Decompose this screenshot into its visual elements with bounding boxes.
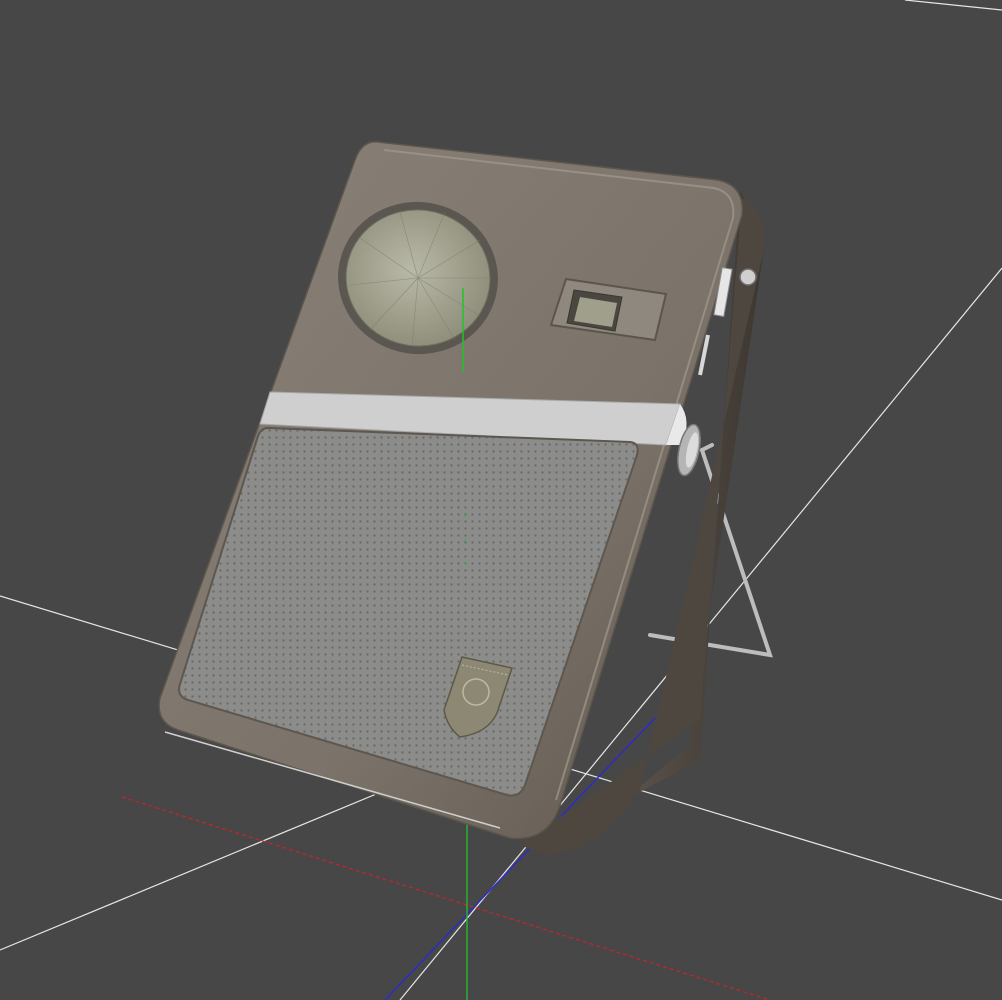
x-axis <box>121 796 771 1000</box>
earphone-jack[interactable] <box>739 268 757 286</box>
grid-line <box>0 779 411 951</box>
viewport-canvas[interactable] <box>0 0 1002 1000</box>
3d-viewport[interactable] <box>0 0 1002 1000</box>
grid-line <box>904 0 1002 11</box>
